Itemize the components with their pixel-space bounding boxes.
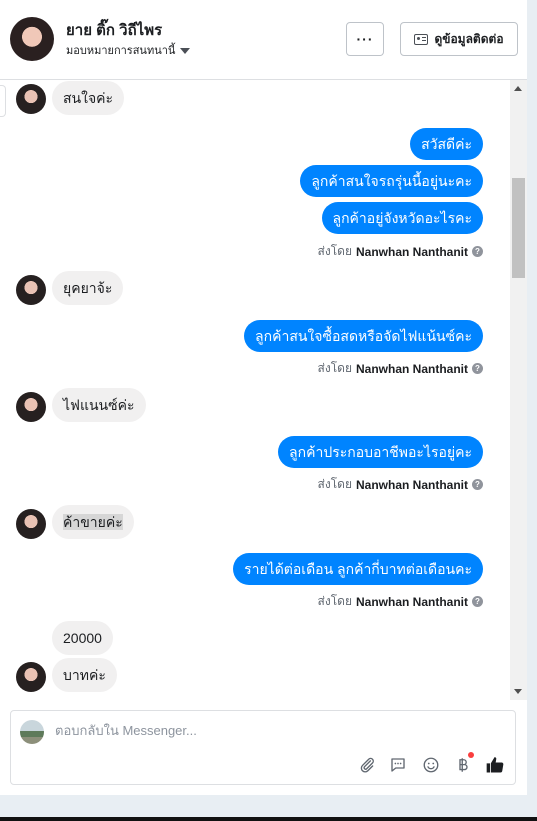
collapse-tab[interactable] [0,85,6,117]
more-options-button[interactable]: ··· [346,22,384,56]
incoming-message: สนใจค่ะ [52,81,125,115]
conversation-panel: ยาย ติ๊ก วิถีไพร มอบหมายการสนทนานี้ ··· … [0,0,527,795]
incoming-message: 20000 [52,621,113,655]
info-icon[interactable]: ? [472,479,483,490]
incoming-message: ไฟแนนซ์ค่ะ [52,388,146,422]
sent-by-label: ส่งโดย Nanwhan Nanthanit ? [318,592,483,611]
sender-avatar [16,662,46,692]
sender-avatar [16,392,46,422]
view-contact-button[interactable]: ดูข้อมูลติดต่อ [400,22,518,56]
sender-avatar [16,84,46,114]
sent-by-prefix: ส่งโดย [317,244,352,258]
caret-down-icon [180,47,191,54]
sent-by-label: ส่งโดย Nanwhan Nanthanit ? [318,359,483,378]
sender-avatar [16,509,46,539]
scroll-thumb[interactable] [512,178,525,278]
conversation-header: ยาย ติ๊ก วิถีไพร มอบหมายการสนทนานี้ ··· … [0,0,527,80]
assign-conversation-label: มอบหมายการสนทนานี้ [66,45,176,57]
sent-by-name[interactable]: Nanwhan Nanthanit [356,245,468,259]
view-contact-label: ดูข้อมูลติดต่อ [434,31,504,46]
info-icon[interactable]: ? [472,596,483,607]
reply-composer [10,710,516,785]
outgoing-message: สวัสดีค่ะ [410,128,483,160]
sent-by-prefix: ส่งโดย [317,594,352,608]
info-icon[interactable]: ? [472,363,483,374]
incoming-message: ค้าขายค่ะ [52,505,134,539]
saved-reply-icon[interactable] [388,755,408,775]
sent-by-name[interactable]: Nanwhan Nanthanit [356,478,468,492]
outgoing-message: ลูกค้าอยู่จังหวัดอะไรคะ [321,202,483,234]
sent-by-label: ส่งโดย Nanwhan Nanthanit ? [318,475,483,494]
outgoing-message: ลูกค้าสนใจรถรุ่นนี้อยู่นะคะ [300,165,483,197]
notification-dot [468,752,474,758]
info-icon[interactable]: ? [472,246,483,257]
scroll-up-arrow-icon[interactable] [514,86,522,91]
sent-by-name[interactable]: Nanwhan Nanthanit [356,595,468,609]
scroll-down-arrow-icon[interactable] [514,689,522,694]
contact-name[interactable]: ยาย ติ๊ก วิถีไพร [66,18,162,42]
highlighted-text: ค้าขายค่ะ [63,514,123,530]
sent-by-prefix: ส่งโดย [317,477,352,491]
sent-by-name[interactable]: Nanwhan Nanthanit [356,362,468,376]
contact-card-icon [414,33,429,45]
reply-input[interactable] [55,723,495,738]
sent-by-prefix: ส่งโดย [317,361,352,375]
outgoing-message: ลูกค้าประกอบอาชีพอะไรอยู่คะ [278,436,483,468]
thread-scrollbar[interactable] [510,80,527,700]
sender-avatar [16,275,46,305]
contact-avatar[interactable] [10,17,54,61]
taskbar-edge [0,817,537,821]
incoming-message: บาทค่ะ [52,658,117,692]
page-avatar [20,720,44,744]
message-thread: สนใจค่ะ สวัสดีค่ะ ลูกค้าสนใจรถรุ่นนี้อยู… [0,80,510,700]
incoming-message: ยุคยาจ้ะ [52,271,124,305]
attachment-icon[interactable] [357,755,377,775]
sent-by-label: ส่งโดย Nanwhan Nanthanit ? [318,242,483,261]
more-icon: ··· [356,31,374,47]
emoji-icon[interactable] [421,755,441,775]
like-icon[interactable] [485,755,505,775]
baht-payment-icon[interactable] [453,752,474,775]
outgoing-message: รายได้ต่อเดือน ลูกค้ากี่บาทต่อเดือนคะ [233,553,483,585]
outgoing-message: ลูกค้าสนใจซื้อสดหรือจัดไฟแน้นซ์คะ [244,320,483,352]
assign-conversation-dropdown[interactable]: มอบหมายการสนทนานี้ [66,41,191,59]
